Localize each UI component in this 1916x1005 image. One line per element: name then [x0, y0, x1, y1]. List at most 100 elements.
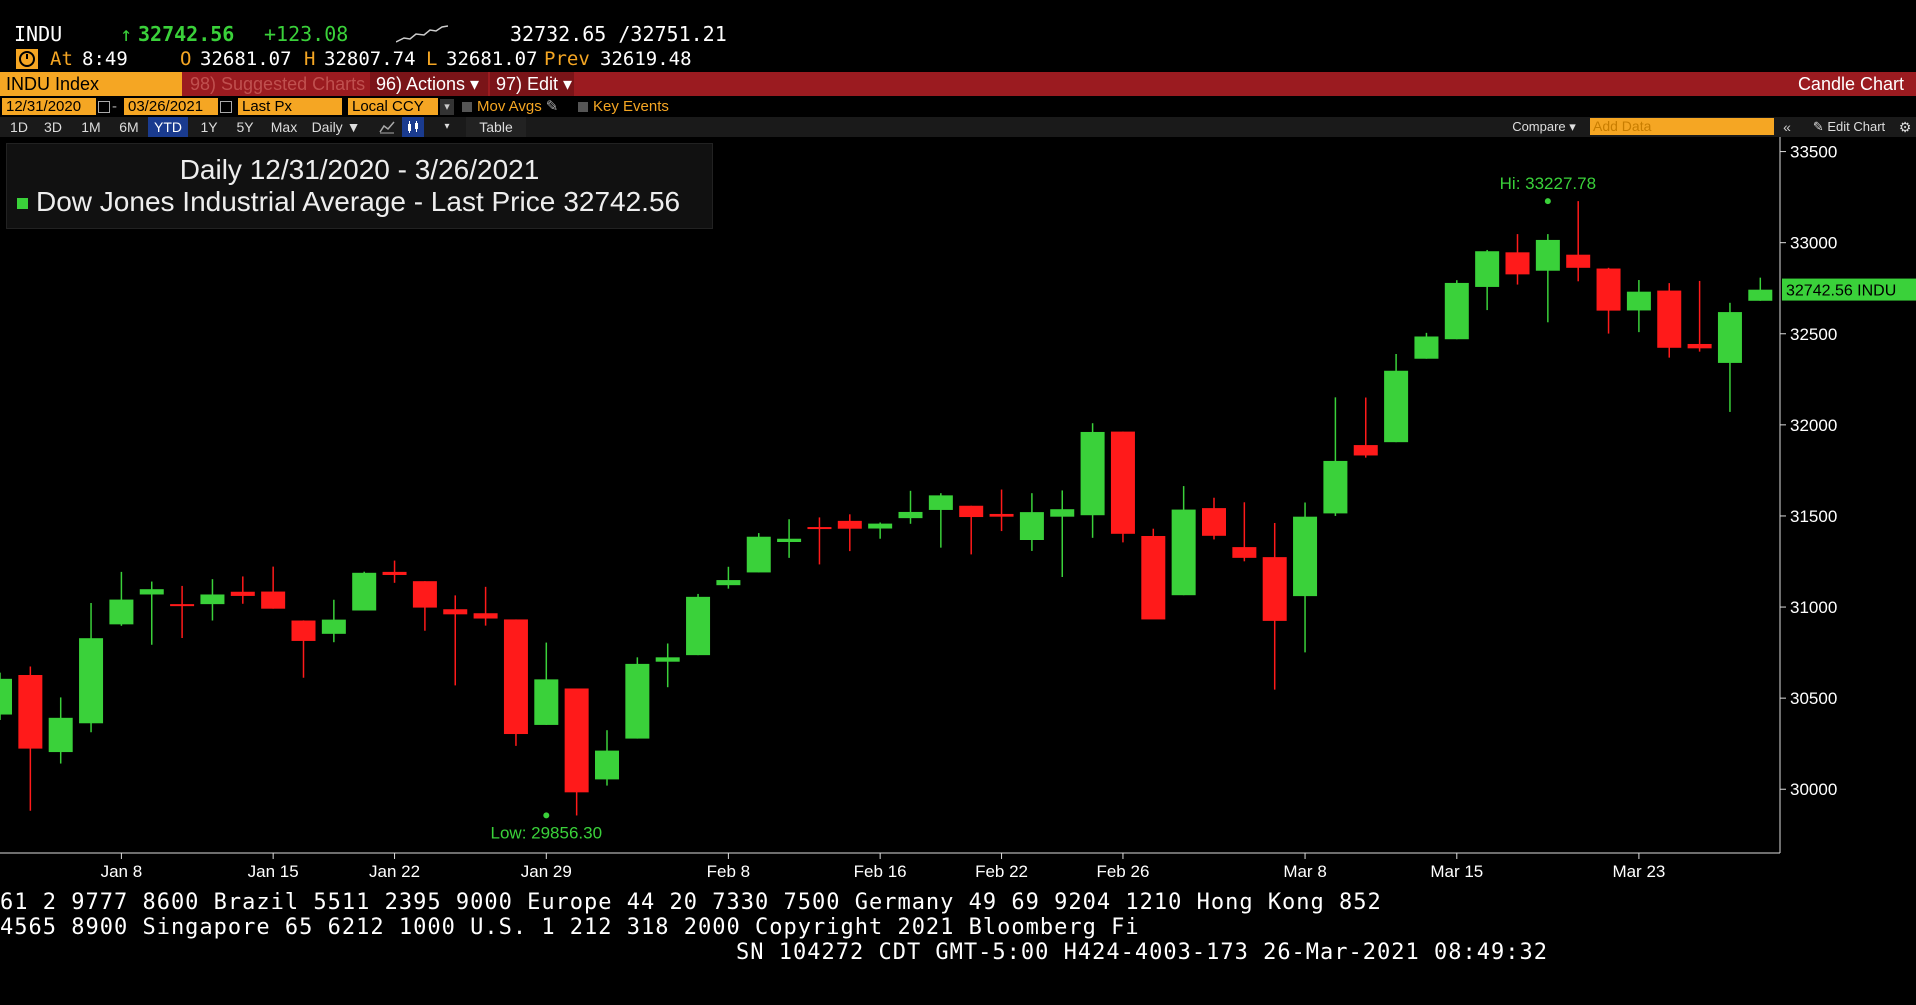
- range-button-6m[interactable]: 6M: [112, 117, 146, 137]
- security-field[interactable]: INDU Index: [0, 72, 182, 96]
- legend-series: Dow Jones Industrial Average - Last Pric…: [17, 186, 680, 218]
- footer-contact-line-1: 61 2 9777 8600 Brazil 5511 2395 9000 Eur…: [0, 890, 1382, 915]
- footer-contact-line-2: 4565 8900 Singapore 65 6212 1000 U.S. 1 …: [0, 915, 1140, 940]
- candle-body: [746, 536, 771, 573]
- candle-body: [595, 750, 619, 780]
- actions-menu[interactable]: 96) Actions ▾: [370, 72, 488, 96]
- calendar-icon[interactable]: [98, 101, 110, 113]
- candle-body: [1019, 512, 1044, 541]
- period-select[interactable]: Daily ▼: [306, 117, 366, 137]
- add-data-input-box[interactable]: Add Data: [1590, 118, 1774, 135]
- candle-body: [1505, 252, 1530, 275]
- key-events-toggle[interactable]: Key Events: [578, 98, 669, 115]
- candle-body: [1110, 431, 1135, 534]
- last-price-tag-label: 32742.56 INDU: [1786, 283, 1896, 300]
- gear-icon[interactable]: ⚙: [1896, 117, 1914, 137]
- function-bar: INDU Index 98) Suggested Charts 96) Acti…: [0, 72, 1916, 96]
- edit-chart-button[interactable]: ✎ Edit Chart: [1800, 117, 1898, 137]
- calendar-icon[interactable]: [220, 101, 232, 113]
- candle-body: [1171, 509, 1196, 596]
- range-button-3d[interactable]: 3D: [38, 117, 68, 137]
- quote-header: INDU ↑ 32742.56 +123.08 32732.65 /32751.…: [14, 22, 1914, 48]
- low-marker: [543, 812, 550, 819]
- currency-select[interactable]: Local CCY: [348, 98, 438, 115]
- candle-body: [1444, 282, 1469, 340]
- candle-body: [1626, 291, 1651, 311]
- edit-menu[interactable]: 97) Edit ▾: [490, 72, 574, 96]
- add-data-input[interactable]: Add Data: [1593, 118, 1651, 135]
- net-change: +123.08: [264, 22, 349, 46]
- candle-body: [1657, 290, 1682, 348]
- y-tick-label: 33000: [1790, 234, 1837, 253]
- footer-session-line: SN 104272 CDT GMT-5:00 H424-4003-173 26-…: [736, 940, 1548, 965]
- range-button-1y[interactable]: 1Y: [192, 117, 226, 137]
- range-row: 1D 3D 1M 6M YTD 1Y 5Y Max Daily ▼ ▾ Tabl…: [0, 117, 1916, 137]
- range-button-5y[interactable]: 5Y: [228, 117, 262, 137]
- ticker-symbol: INDU: [14, 22, 63, 46]
- dropdown-arrow-icon[interactable]: ▾: [440, 99, 454, 115]
- candlestick-chart[interactable]: 30000 30500 31000 31500 32000 32500 33000 33500…: [0, 137, 1916, 877]
- candle-body: [686, 596, 711, 656]
- prev-value: 32619.48: [600, 48, 692, 70]
- low-label: Low: 29856.30: [491, 823, 603, 842]
- candle-body: [989, 513, 1014, 517]
- start-date-field[interactable]: 12/31/2020: [2, 98, 96, 115]
- candle-body: [1353, 445, 1378, 456]
- candle-body: [1687, 343, 1712, 349]
- checkbox-icon[interactable]: [462, 102, 472, 113]
- y-tick-label: 32500: [1790, 325, 1837, 344]
- compare-menu[interactable]: Compare ▾: [1506, 117, 1582, 137]
- candle-body: [139, 589, 164, 595]
- pencil-icon[interactable]: ✎: [546, 98, 559, 115]
- x-tick-label: Jan 22: [369, 862, 420, 877]
- suggested-charts-button[interactable]: 98) Suggested Charts: [184, 72, 368, 96]
- candle-body: [1748, 289, 1773, 301]
- candle-body: [291, 620, 316, 641]
- line-chart-icon[interactable]: [376, 117, 398, 137]
- candle-body: [321, 619, 346, 634]
- mov-avgs-toggle[interactable]: Mov Avgs ✎: [462, 98, 558, 115]
- candle-body: [230, 591, 255, 596]
- price-field-select[interactable]: Last Px: [238, 98, 342, 115]
- candle-body: [777, 538, 802, 543]
- end-date-field[interactable]: 03/26/2021: [124, 98, 218, 115]
- checkbox-icon[interactable]: [578, 102, 588, 113]
- candle-body: [837, 520, 862, 529]
- candle-body: [1414, 336, 1439, 359]
- parameter-row: 12/31/2020 - 03/26/2021 Last Px Local CC…: [0, 97, 1916, 117]
- chevron-down-icon[interactable]: ▾: [440, 117, 454, 137]
- y-tick-label: 30000: [1790, 780, 1837, 799]
- x-tick-label: Jan 29: [521, 862, 572, 877]
- series-swatch: [17, 198, 28, 210]
- candle-body: [868, 523, 893, 529]
- candle-body: [655, 657, 680, 662]
- candle-body: [1232, 547, 1257, 558]
- x-tick-label: Feb 22: [975, 862, 1028, 877]
- up-arrow-icon: ↑: [120, 22, 133, 46]
- candle-body: [1202, 508, 1226, 536]
- candle-body: [1384, 370, 1409, 443]
- range-button-1m[interactable]: 1M: [74, 117, 108, 137]
- table-button[interactable]: Table: [466, 117, 526, 137]
- y-tick-label: 32000: [1790, 416, 1837, 435]
- range-button-1d[interactable]: 1D: [4, 117, 34, 137]
- candle-body: [1596, 268, 1621, 311]
- low-label: L: [426, 48, 438, 70]
- candle-body: [503, 619, 528, 735]
- y-tick-label: 31000: [1790, 598, 1837, 617]
- candle-body: [200, 594, 225, 605]
- candle-body: [1566, 254, 1591, 268]
- candle-body: [898, 511, 923, 519]
- legend-title: Daily 12/31/2020 - 3/26/2021: [179, 154, 540, 185]
- candle-chart-icon[interactable]: [402, 117, 424, 137]
- candle-body: [109, 599, 134, 625]
- x-tick-label: Mar 23: [1612, 862, 1665, 877]
- y-tick-label: 31500: [1790, 507, 1837, 526]
- candle-body: [18, 675, 43, 749]
- candle-body: [959, 505, 984, 518]
- range-button-max[interactable]: Max: [264, 117, 304, 137]
- range-button-ytd[interactable]: YTD: [148, 117, 188, 137]
- chart-legend: Daily 12/31/2020 - 3/26/2021 Dow Jones I…: [6, 143, 713, 229]
- collapse-icon[interactable]: «: [1780, 117, 1794, 137]
- candle-body: [412, 581, 437, 608]
